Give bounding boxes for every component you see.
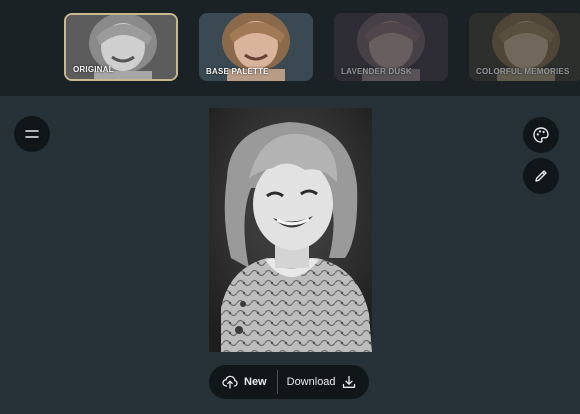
new-label: New xyxy=(244,376,267,388)
preset-label: COLORFUL MEMORIES xyxy=(476,67,570,76)
download-label: Download xyxy=(286,376,336,388)
preset-label: LAVENDER DUSK xyxy=(341,67,412,76)
edit-button[interactable] xyxy=(523,158,559,194)
preset-label: BASE PALETTE xyxy=(206,67,269,76)
preset-label: ORIGINAL xyxy=(73,65,114,74)
portrait-image xyxy=(209,108,372,352)
new-button[interactable]: New xyxy=(209,365,277,399)
menu-icon xyxy=(25,130,39,138)
photo-preview xyxy=(209,108,372,352)
preset-lavender-dusk[interactable]: LAVENDER DUSK xyxy=(334,13,448,81)
preset-colorful-memories[interactable]: COLORFUL MEMORIES xyxy=(469,13,580,81)
menu-button[interactable] xyxy=(14,116,50,152)
preset-base-palette[interactable]: BASE PALETTE xyxy=(199,13,313,81)
download-button[interactable]: Download xyxy=(278,365,356,399)
pencil-icon xyxy=(535,170,547,182)
palette-icon xyxy=(533,127,549,143)
action-bar: New Download xyxy=(209,365,369,399)
download-icon xyxy=(342,375,355,388)
preset-strip: ORIGINAL BASE PALETTE LAVENDER DUSK COLO… xyxy=(0,0,580,96)
cloud-upload-icon xyxy=(222,375,238,389)
palette-button[interactable] xyxy=(523,117,559,153)
preset-original[interactable]: ORIGINAL xyxy=(64,13,178,81)
